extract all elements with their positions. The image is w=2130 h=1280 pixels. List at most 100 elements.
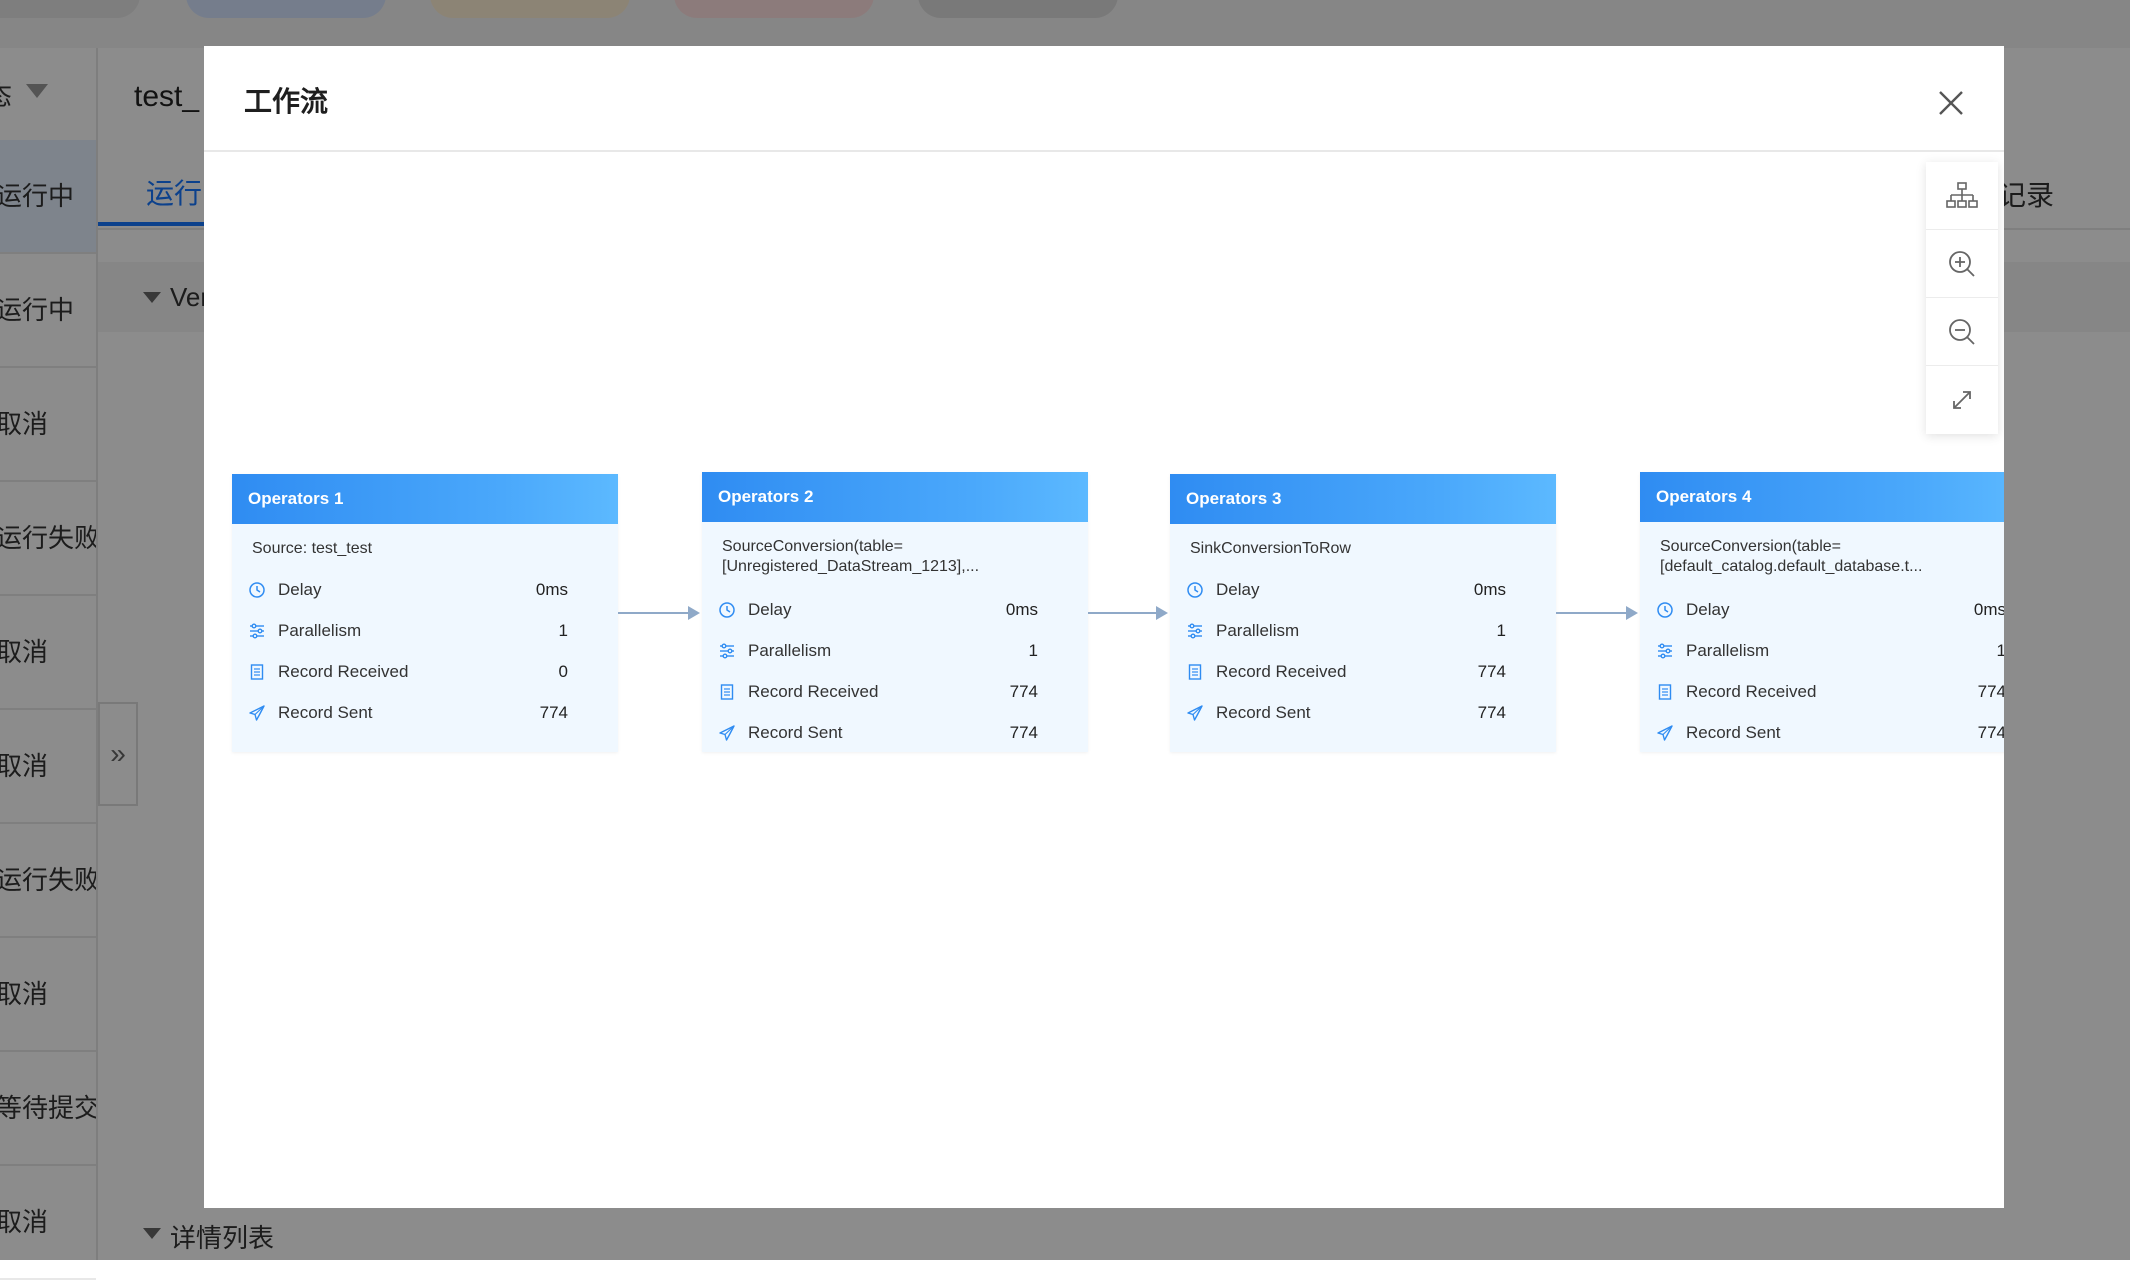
- metric-record-received: Record Received 0: [248, 651, 568, 692]
- operator-name: SinkConversionToRow: [1170, 524, 1556, 561]
- metric-label: Record Sent: [748, 722, 843, 742]
- operator-title: Operators 1: [232, 474, 618, 524]
- fullscreen-button[interactable]: [1926, 366, 1998, 433]
- metric-record-received: Record Received 774: [1656, 671, 2004, 712]
- parallelism-icon: [1188, 623, 1202, 638]
- metric-value: 774: [1477, 702, 1506, 722]
- operator-name-line: SinkConversionToRow: [1190, 540, 1351, 557]
- metric-label: Record Sent: [1686, 722, 1781, 742]
- metric-parallelism: Parallelism 1: [1186, 610, 1506, 651]
- metric-record-sent: Record Sent 774: [1656, 712, 2004, 753]
- metric-value: 1: [1028, 640, 1038, 660]
- send-icon: [1187, 704, 1203, 721]
- operator-name-line: SourceConversion(table=: [1660, 538, 1841, 555]
- metric-label: Record Received: [1686, 681, 1817, 701]
- parallelism-icon: [720, 643, 734, 658]
- metric-label: Parallelism: [278, 620, 362, 640]
- operator-metrics: Delay 0ms Parallelism 1 Record Received …: [232, 561, 618, 733]
- workflow-modal: 工作流 Operators 1 Source: test_test Delay …: [204, 46, 2004, 1208]
- operator-name-line: SourceConversion(table=: [722, 538, 903, 555]
- document-icon: [1188, 663, 1202, 680]
- metric-record-sent: Record Sent 774: [248, 692, 568, 733]
- clock-icon: [249, 581, 265, 598]
- metric-value: 0ms: [1005, 599, 1038, 619]
- metric-record-sent: Record Sent 774: [1186, 692, 1506, 733]
- metric-value: 1: [1496, 620, 1506, 640]
- operator-name-line: [default_catalog.default_database.t...: [1660, 558, 1923, 575]
- edge-arrow: [1088, 606, 1168, 620]
- metric-label: Record Sent: [278, 702, 373, 722]
- metric-delay: Delay 0ms: [1656, 589, 2004, 630]
- layout-tree-icon: [1946, 181, 1978, 208]
- metric-value: 774: [539, 702, 568, 722]
- zoom-out-button[interactable]: [1926, 298, 1998, 366]
- metric-value: 1: [558, 620, 568, 640]
- operator-title: Operators 2: [702, 472, 1088, 522]
- metric-record-received: Record Received 774: [1186, 651, 1506, 692]
- metric-value: 774: [1977, 722, 2004, 742]
- clock-icon: [1187, 581, 1203, 598]
- metric-value: 774: [1977, 681, 2004, 701]
- metric-parallelism: Parallelism 1: [1656, 630, 2004, 671]
- send-icon: [1657, 724, 1673, 741]
- fullscreen-icon: [1953, 390, 1971, 409]
- send-icon: [719, 724, 735, 741]
- metric-parallelism: Parallelism 1: [248, 610, 568, 651]
- close-button[interactable]: [1934, 86, 1968, 120]
- metric-parallelism: Parallelism 1: [718, 630, 1038, 671]
- metric-value: 774: [1009, 722, 1038, 742]
- zoom-in-icon: [1949, 250, 1975, 277]
- operator-name-line: [Unregistered_DataStream_1213],...: [722, 558, 980, 575]
- operator-name-line: Source: test_test: [252, 540, 373, 557]
- operator-metrics: Delay 0ms Parallelism 1 Record Received …: [1640, 581, 2004, 753]
- metric-label: Record Received: [1216, 661, 1347, 681]
- workflow-canvas[interactable]: Operators 1 Source: test_test Delay 0ms …: [204, 152, 2004, 1208]
- graph-toolbar: [1926, 162, 1998, 434]
- layout-button[interactable]: [1926, 162, 1998, 230]
- metric-delay: Delay 0ms: [718, 589, 1038, 630]
- parallelism-icon: [250, 623, 264, 638]
- metric-delay: Delay 0ms: [1186, 569, 1506, 610]
- zoom-out-icon: [1949, 318, 1975, 345]
- parallelism-icon: [1658, 643, 1672, 658]
- modal-header: 工作流: [204, 46, 2004, 152]
- operator-metrics: Delay 0ms Parallelism 1 Record Received …: [1170, 561, 1556, 733]
- close-icon: [1939, 91, 1963, 115]
- operator-node-4[interactable]: Operators 4 SourceConversion(table= [def…: [1640, 472, 2004, 752]
- operator-node-3[interactable]: Operators 3 SinkConversionToRow Delay 0m…: [1170, 474, 1556, 752]
- document-icon: [1658, 683, 1672, 700]
- metric-value: 0: [558, 661, 568, 681]
- metric-value: 774: [1009, 681, 1038, 701]
- operator-name: Source: test_test: [232, 524, 618, 561]
- metric-label: Delay: [748, 599, 792, 619]
- edge-arrow: [1556, 606, 1638, 620]
- operator-node-2[interactable]: Operators 2 SourceConversion(table= [Unr…: [702, 472, 1088, 752]
- metric-value: 774: [1477, 661, 1506, 681]
- operator-metrics: Delay 0ms Parallelism 1 Record Received …: [702, 581, 1088, 753]
- operator-title: Operators 3: [1170, 474, 1556, 524]
- operator-title: Operators 4: [1640, 472, 2004, 522]
- metric-value: 0ms: [1473, 579, 1506, 599]
- metric-label: Parallelism: [748, 640, 832, 660]
- edge-arrow: [618, 606, 700, 620]
- metric-value: 0ms: [1973, 599, 2004, 619]
- metric-label: Parallelism: [1216, 620, 1300, 640]
- document-icon: [250, 663, 264, 680]
- document-icon: [720, 683, 734, 700]
- clock-icon: [1657, 601, 1673, 618]
- metric-value: 1: [1996, 640, 2004, 660]
- zoom-in-button[interactable]: [1926, 230, 1998, 298]
- metric-label: Record Received: [278, 661, 409, 681]
- metric-label: Parallelism: [1686, 640, 1770, 660]
- metric-record-sent: Record Sent 774: [718, 712, 1038, 753]
- operator-node-1[interactable]: Operators 1 Source: test_test Delay 0ms …: [232, 474, 618, 752]
- send-icon: [249, 704, 265, 721]
- metric-label: Delay: [278, 579, 322, 599]
- metric-label: Record Sent: [1216, 702, 1311, 722]
- metric-label: Record Received: [748, 681, 879, 701]
- metric-record-received: Record Received 774: [718, 671, 1038, 712]
- metric-delay: Delay 0ms: [248, 569, 568, 610]
- modal-title: 工作流: [244, 86, 329, 117]
- clock-icon: [719, 601, 735, 618]
- operator-name: SourceConversion(table= [default_catalog…: [1640, 522, 2004, 581]
